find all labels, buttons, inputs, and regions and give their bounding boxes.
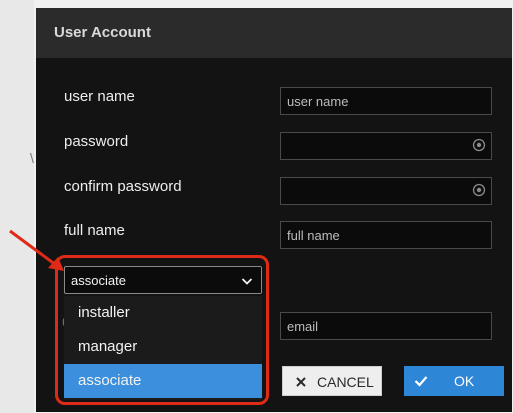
cancel-button[interactable]: CANCEL (282, 366, 382, 396)
eye-icon[interactable] (472, 183, 486, 197)
annotation-arrow-icon (9, 229, 64, 271)
dialog-header: User Account (36, 8, 512, 58)
password-input[interactable] (280, 132, 492, 160)
dialog-title: User Account (54, 24, 151, 41)
full-name-label: full name (64, 222, 125, 239)
confirm-password-label: confirm password (64, 178, 182, 195)
eye-icon[interactable] (472, 138, 486, 152)
annotation-highlight-box (55, 255, 269, 405)
cancel-button-label: CANCEL (317, 374, 374, 390)
full-name-input[interactable] (280, 221, 492, 249)
ok-button-label: OK (454, 373, 475, 389)
user-name-label: user name (64, 88, 135, 105)
confirm-password-input[interactable] (280, 177, 492, 205)
confirm-password-field-wrapper (280, 177, 492, 205)
ok-button[interactable]: OK (404, 366, 504, 396)
password-label: password (64, 133, 129, 150)
check-icon (414, 376, 428, 387)
close-icon (296, 377, 306, 387)
email-input[interactable] (280, 312, 492, 340)
user-name-input[interactable] (280, 87, 492, 115)
password-field-wrapper (280, 132, 492, 160)
background-window (0, 0, 34, 413)
